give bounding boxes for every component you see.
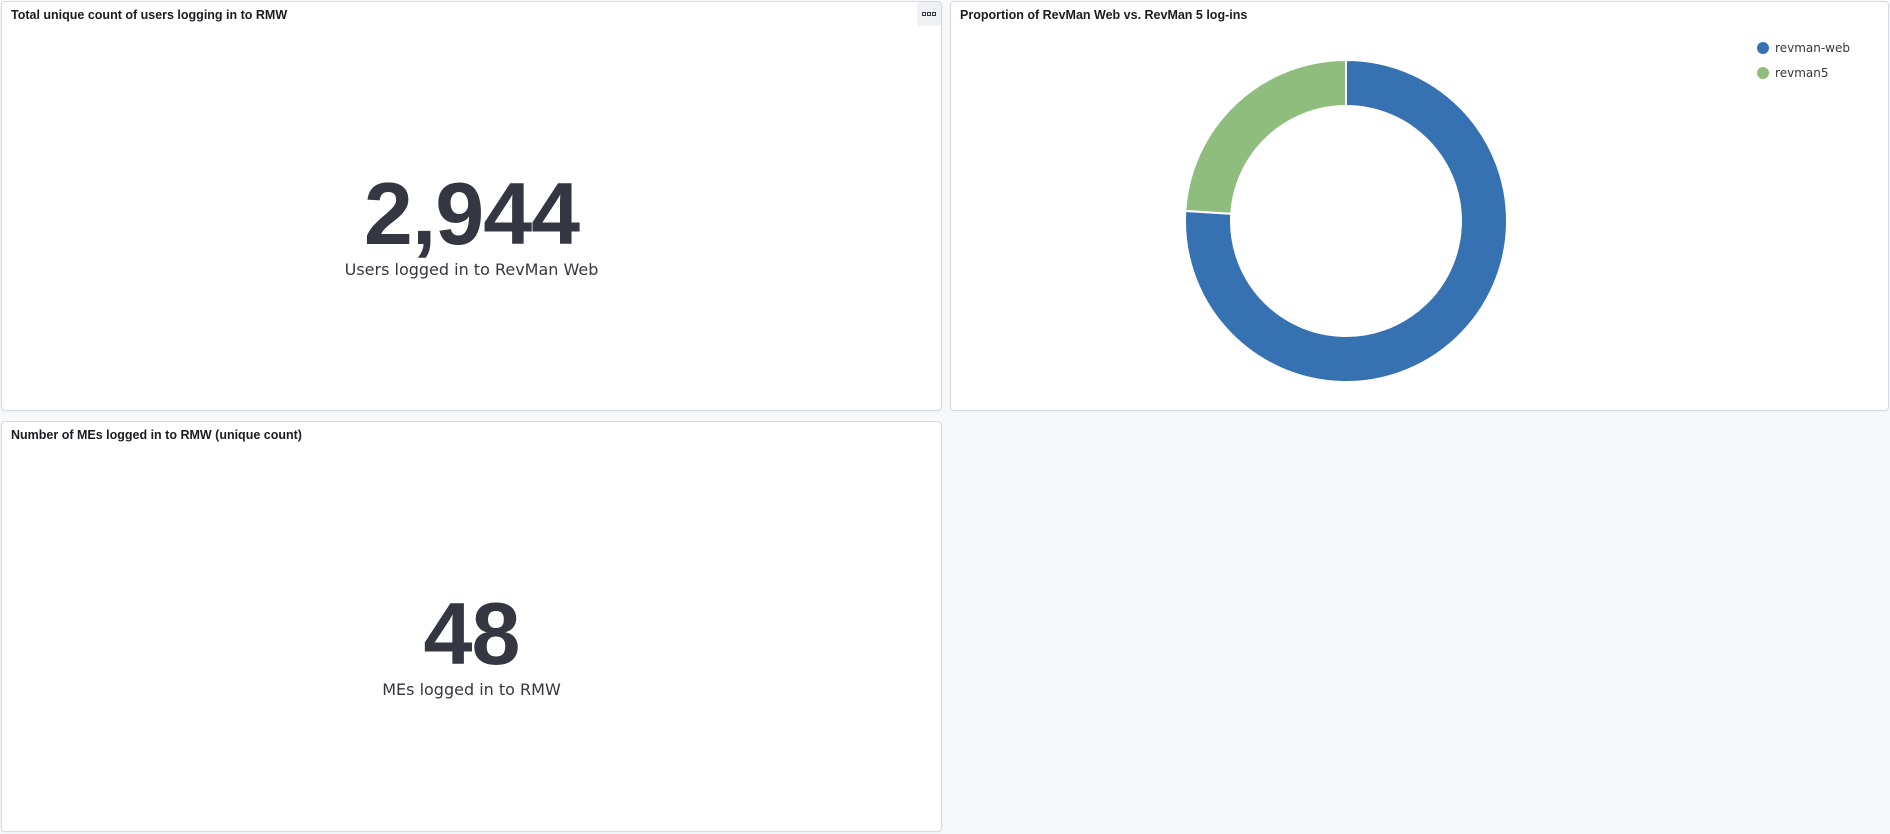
legend-swatch	[1757, 42, 1770, 54]
metric: 48 MEs logged in to RMW	[2, 584, 941, 700]
panel-title: Number of MEs logged in to RMW (unique c…	[11, 428, 302, 442]
donut-chart	[1181, 56, 1511, 386]
metric-value: 48	[423, 584, 521, 683]
proportion-chart-panel: Proportion of RevMan Web vs. RevMan 5 lo…	[950, 1, 1889, 411]
legend-label: revman5	[1775, 66, 1829, 80]
legend-label: revman-web	[1775, 41, 1850, 55]
donut-chart-svg	[1184, 58, 1508, 383]
panel-title: Proportion of RevMan Web vs. RevMan 5 lo…	[960, 8, 1248, 22]
donut-slice-revman5[interactable]	[1184, 58, 1347, 215]
legend-swatch	[1757, 67, 1770, 79]
panel-options-button[interactable]	[917, 2, 941, 26]
legend-item-revman5[interactable]: revman5	[1757, 63, 1850, 83]
legend-item-revman-web[interactable]: revman-web	[1757, 38, 1850, 58]
metric: 2,944 Users logged in to RevMan Web	[2, 164, 941, 280]
users-metric-panel: Total unique count of users logging in t…	[1, 1, 942, 411]
mes-metric-panel: Number of MEs logged in to RMW (unique c…	[1, 421, 942, 832]
metric-label: Users logged in to RevMan Web	[344, 260, 599, 279]
panel-title: Total unique count of users logging in t…	[11, 8, 288, 22]
metric-label: MEs logged in to RMW	[382, 680, 561, 699]
chart-legend: revman-web revman5	[1757, 38, 1850, 88]
metric-value: 2,944	[363, 164, 580, 263]
ellipsis-icon	[922, 11, 936, 17]
